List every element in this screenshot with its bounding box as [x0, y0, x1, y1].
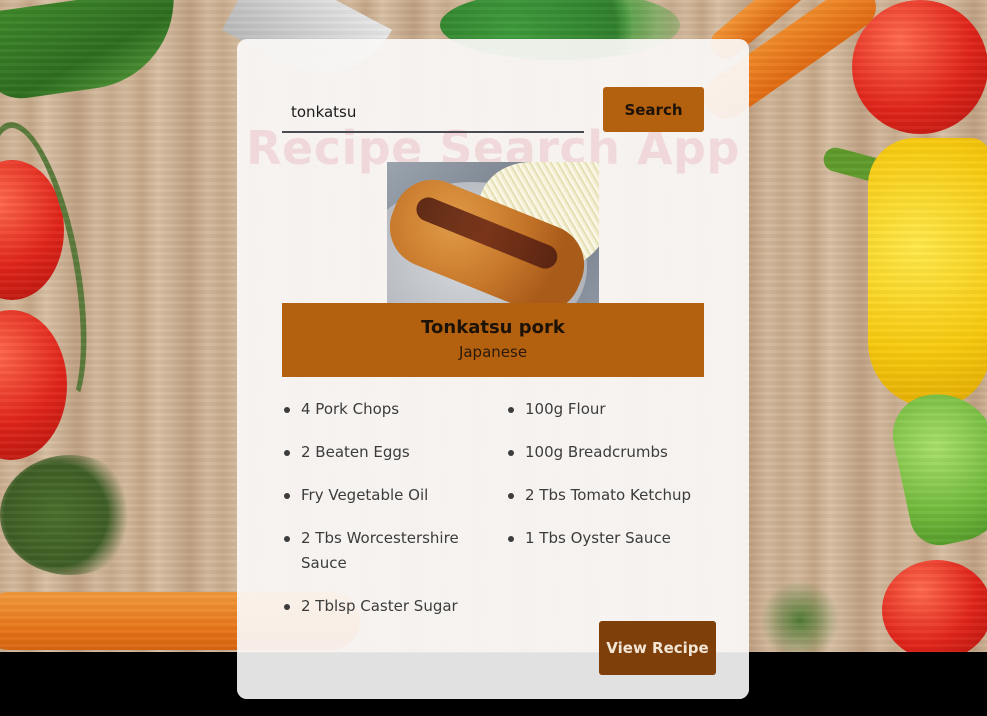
ingredient-item: 2 Beaten Eggs: [282, 440, 506, 465]
search-button[interactable]: Search: [603, 87, 704, 132]
tomato-image: [0, 160, 64, 300]
vine-stem-image: [0, 114, 106, 426]
tomato-image: [852, 0, 987, 134]
recipe-name: Tonkatsu pork: [421, 317, 565, 338]
cucumber-image: [0, 0, 186, 104]
ingredient-list: 4 Pork Chops 100g Flour 2 Beaten Eggs 10…: [282, 397, 712, 619]
ingredient-item: 2 Tbs Worcestershire Sauce: [282, 526, 506, 576]
ingredient-item: 2 Tblsp Caster Sugar: [282, 594, 506, 619]
recipe-card: Recipe Search App Search Tonkatsu pork J…: [237, 39, 749, 699]
recipe-image: [387, 162, 599, 304]
ingredient-item: 4 Pork Chops: [282, 397, 506, 422]
recipe-title-banner: Tonkatsu pork Japanese: [282, 303, 704, 377]
tomato-image: [0, 310, 67, 460]
green-pepper-image: [885, 383, 987, 551]
tomato-image: [882, 560, 987, 652]
ingredient-item: 1 Tbs Oyster Sauce: [506, 526, 712, 576]
ingredient-item: Fry Vegetable Oil: [282, 483, 506, 508]
rosemary-image: [760, 580, 840, 652]
view-recipe-button[interactable]: View Recipe: [599, 621, 716, 675]
ingredient-item: 100g Breadcrumbs: [506, 440, 712, 465]
thyme-image: [0, 455, 140, 575]
recipe-cuisine: Japanese: [458, 343, 528, 361]
yellow-pepper-image: [868, 138, 987, 408]
ingredient-item: 2 Tbs Tomato Ketchup: [506, 483, 712, 508]
pepper-stem-image: [820, 144, 944, 200]
search-input[interactable]: [282, 93, 584, 133]
ingredient-item: 100g Flour: [506, 397, 712, 422]
